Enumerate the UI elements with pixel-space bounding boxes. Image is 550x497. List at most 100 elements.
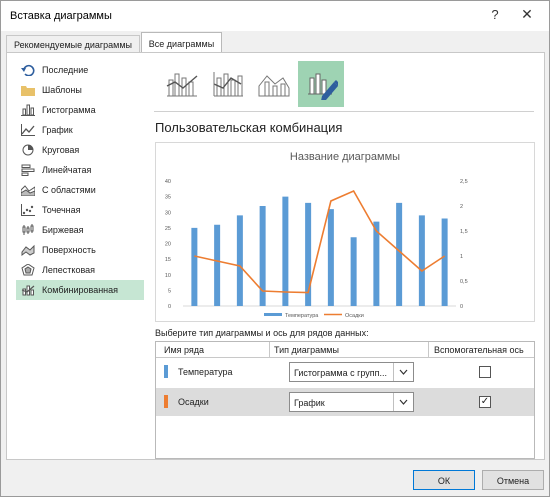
y-tick-label: 20 [165, 242, 171, 248]
bar-temperature [282, 196, 289, 306]
nav-item-stock-chart[interactable]: Биржевая [16, 220, 144, 240]
chart-type-list: Последние Шаблоны Гистограмма График Кругова… [16, 60, 144, 300]
y-tick-label: 40 [165, 179, 171, 185]
line-precipitation [194, 189, 446, 294]
series-row-precipitation[interactable]: Осадки График ✓ [156, 388, 534, 416]
bar-temperature [236, 215, 243, 306]
y2-tick-label: 1 [460, 254, 463, 260]
pie-chart-icon [20, 143, 36, 157]
series-section-label: Выберите тип диаграммы и ось для рядов д… [155, 328, 369, 338]
legend-label-precipitation: Осадки [345, 313, 364, 319]
bar-temperature [441, 218, 448, 306]
custom-combination-thumb[interactable] [298, 61, 344, 107]
nav-item-label: Биржевая [42, 225, 84, 235]
clustered-column-line-icon [166, 73, 198, 97]
chart-type-select[interactable]: График [289, 392, 414, 412]
y-tick-label: 5 [168, 288, 171, 294]
title-bar: Вставка диаграммы ? ✕ [1, 1, 549, 31]
area-column-thumb[interactable] [252, 61, 296, 105]
combo-subtitle: Пользовательская комбинация [155, 120, 343, 135]
bar-temperature [214, 224, 221, 306]
area-column-icon [258, 75, 290, 97]
bar-temperature [373, 221, 380, 306]
series-row-temperature[interactable]: Температура Гистограмма с групп... [156, 358, 534, 386]
nav-item-folder[interactable]: Шаблоны [16, 80, 144, 100]
gallery-separator [154, 111, 534, 112]
y2-tick-label: 0 [460, 304, 463, 310]
nav-item-label: Гистограмма [42, 105, 96, 115]
bar-chart-icon [20, 163, 36, 177]
ok-button[interactable]: ОК [413, 470, 475, 490]
secondary-axis-checkbox[interactable] [479, 366, 491, 378]
nav-item-surface-chart[interactable]: Поверхность [16, 240, 144, 260]
folder-icon [20, 83, 36, 97]
nav-item-label: Последние [42, 65, 89, 75]
radar-chart-icon [20, 263, 36, 277]
dialog-title: Вставка диаграммы [10, 10, 112, 22]
surface-chart-icon [20, 243, 36, 257]
y2-tick-label: 0,5 [460, 279, 468, 285]
nav-item-label: Комбинированная [42, 285, 119, 295]
nav-item-label: Шаблоны [42, 85, 82, 95]
nav-item-bar-chart[interactable]: Линейчатая [16, 160, 144, 180]
nav-item-label: График [42, 125, 73, 135]
y2-tick-label: 2,5 [460, 179, 468, 185]
bar-temperature [350, 237, 357, 306]
nav-item-pie-chart[interactable]: Круговая [16, 140, 144, 160]
y-tick-label: 0 [168, 304, 171, 310]
nav-item-label: Круговая [42, 145, 80, 155]
close-button[interactable]: ✕ [516, 6, 538, 26]
header-chart-type: Тип диаграммы [274, 345, 339, 355]
chart-type-value: График [294, 398, 325, 408]
bar-temperature [191, 227, 198, 306]
column-chart-icon [20, 103, 36, 117]
line-chart-icon [20, 123, 36, 137]
custom-combination-icon [308, 73, 338, 100]
nav-item-label: Лепестковая [42, 265, 96, 275]
nav-item-area-chart[interactable]: С областями [16, 180, 144, 200]
chart-preview: Название диаграммы 0 5 10 15 20 25 30 35 40 0 0,5 1… [155, 142, 535, 322]
column-line-secondary-icon [213, 72, 243, 97]
nav-item-combo-chart[interactable]: Комбинированная [16, 280, 144, 300]
bar-temperature [418, 215, 425, 306]
y2-tick-label: 2 [460, 204, 463, 210]
chevron-down-icon[interactable] [393, 393, 413, 411]
y-tick-label: 15 [165, 257, 171, 263]
recent-icon [20, 63, 36, 77]
nav-item-label: Поверхность [42, 245, 96, 255]
chart-type-value: Гистограмма с групп... [294, 368, 388, 378]
legend-swatch-temperature [264, 313, 282, 316]
combo-subtype-gallery [154, 61, 534, 111]
stock-chart-icon [20, 223, 36, 237]
help-button[interactable]: ? [485, 7, 505, 25]
nav-item-radar-chart[interactable]: Лепестковая [16, 260, 144, 280]
nav-item-scatter-chart[interactable]: Точечная [16, 200, 144, 220]
chart-type-select[interactable]: Гистограмма с групп... [289, 362, 414, 382]
chevron-down-icon[interactable] [393, 363, 413, 381]
column-line-secondary-thumb[interactable] [206, 61, 250, 105]
series-grid: Имя ряда Тип диаграммы Вспомогательная о… [155, 341, 535, 459]
secondary-axis-checkbox[interactable]: ✓ [479, 396, 491, 408]
insert-chart-dialog: Вставка диаграммы ? ✕ Рекомендуемые диаг… [0, 0, 550, 497]
header-divider [428, 342, 429, 358]
nav-item-label: Линейчатая [42, 165, 92, 175]
y2-tick-label: 1,5 [460, 229, 468, 235]
tab-recommended-charts[interactable]: Рекомендуемые диаграммы [6, 35, 140, 53]
y-tick-label: 10 [165, 273, 171, 279]
tab-all-charts[interactable]: Все диаграммы [141, 32, 222, 53]
combo-chart-icon [20, 283, 36, 297]
cancel-button[interactable]: Отмена [482, 470, 544, 490]
nav-item-line-chart[interactable]: График [16, 120, 144, 140]
all-charts-panel: Последние Шаблоны Гистограмма График Кругова… [6, 52, 545, 460]
y-tick-label: 35 [165, 195, 171, 201]
header-divider [269, 342, 270, 358]
nav-item-column-chart[interactable]: Гистограмма [16, 100, 144, 120]
area-chart-icon [20, 183, 36, 197]
series-name: Температура [178, 367, 233, 377]
nav-item-label: С областями [42, 185, 96, 195]
y-tick-label: 30 [165, 210, 171, 216]
y-tick-label: 25 [165, 226, 171, 232]
clustered-column-line-thumb[interactable] [160, 61, 204, 105]
scatter-chart-icon [20, 203, 36, 217]
nav-item-recent[interactable]: Последние [16, 60, 144, 80]
